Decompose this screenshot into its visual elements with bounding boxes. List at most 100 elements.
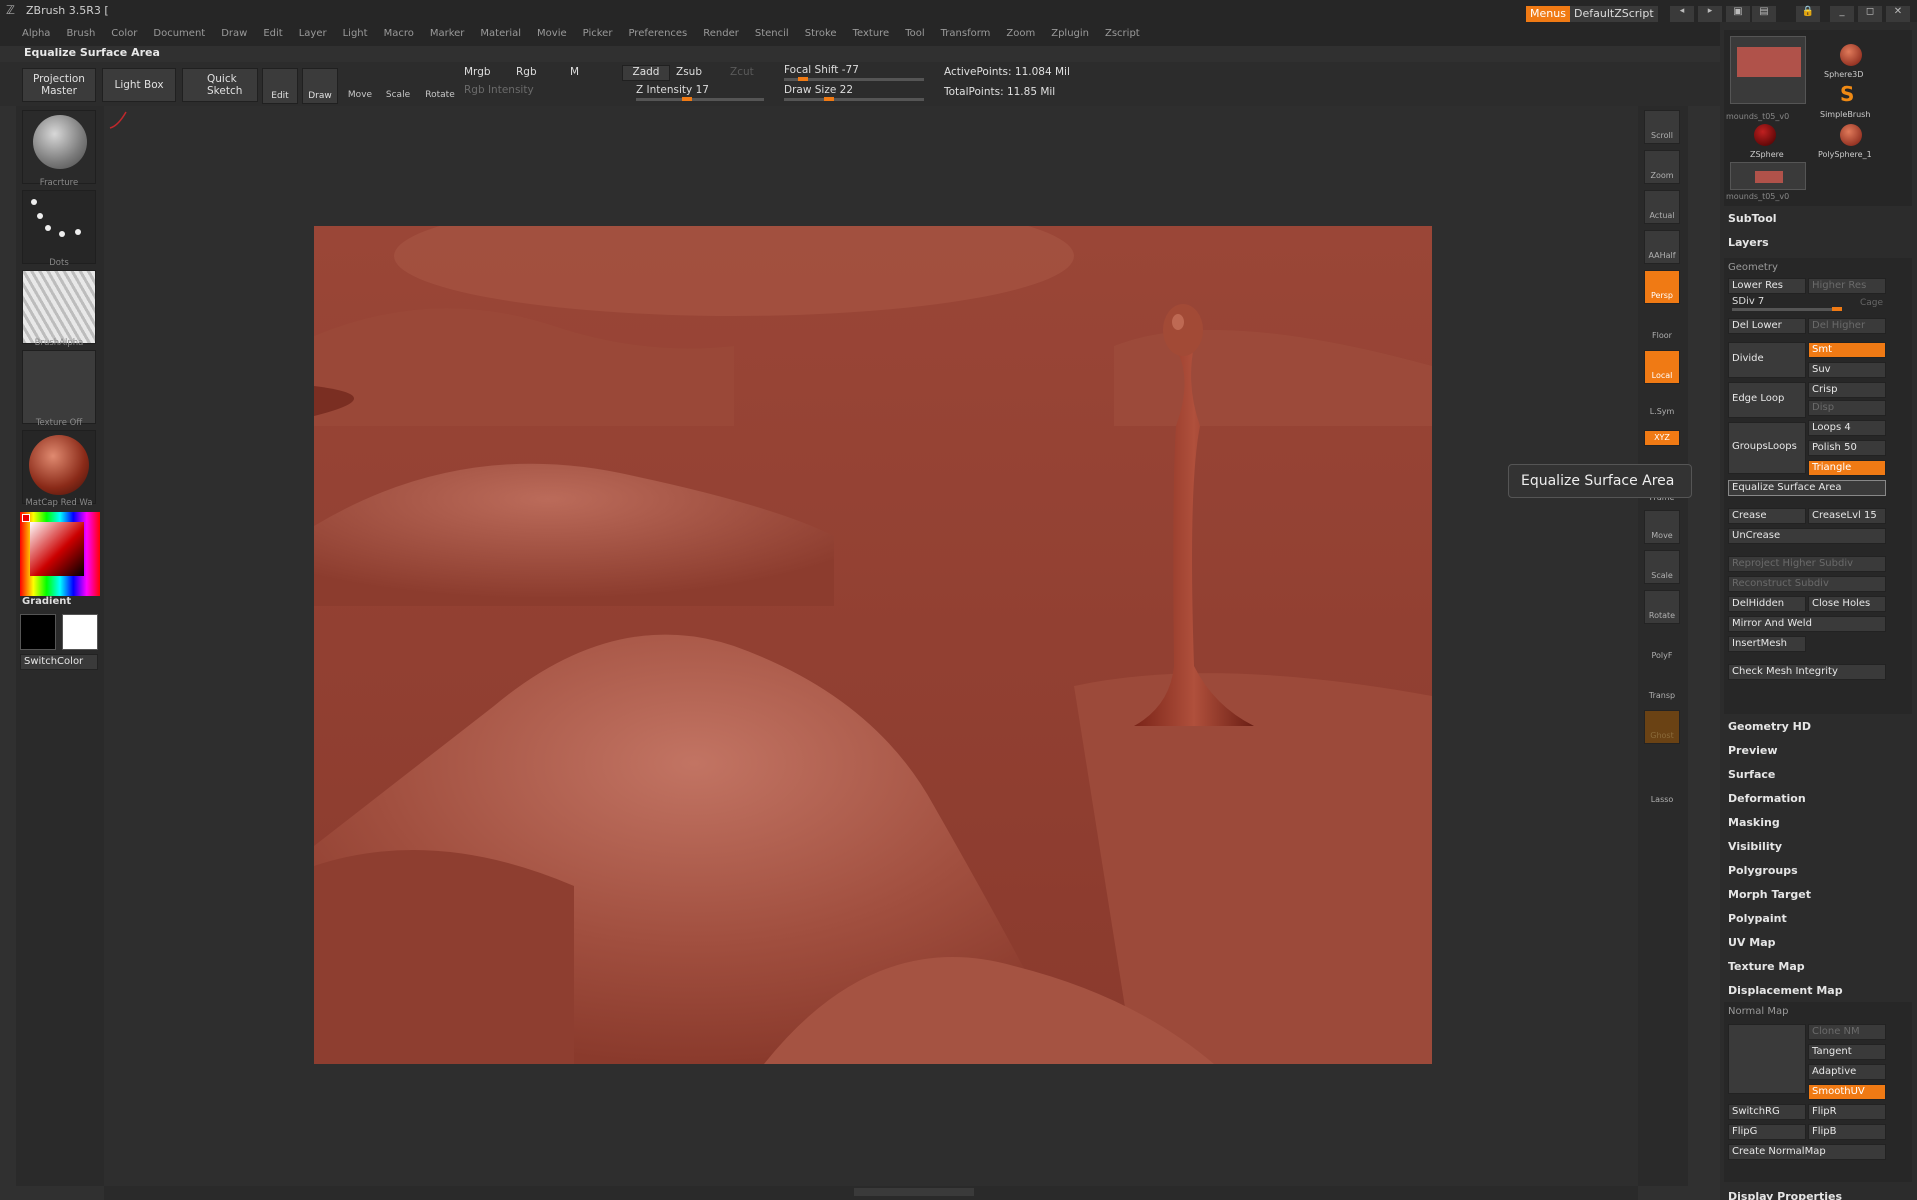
main-color-swatch[interactable]: [20, 614, 56, 650]
m-button[interactable]: M: [570, 66, 579, 78]
menu-tool[interactable]: Tool: [897, 22, 932, 39]
smt-toggle[interactable]: Smt: [1808, 342, 1886, 358]
menu-render[interactable]: Render: [695, 22, 747, 39]
menu-zscript[interactable]: Zscript: [1097, 22, 1148, 39]
normal-map-header[interactable]: Normal Map: [1728, 1006, 1788, 1017]
zoom-button[interactable]: Zoom: [1644, 150, 1680, 184]
section-preview[interactable]: Preview: [1728, 744, 1778, 757]
gradient-toggle[interactable]: Gradient: [22, 596, 71, 607]
layout-prev-icon[interactable]: ◂: [1670, 6, 1694, 22]
material-selector[interactable]: [22, 430, 96, 504]
crisp-toggle[interactable]: Crisp: [1808, 382, 1886, 398]
section-polypaint[interactable]: Polypaint: [1728, 912, 1787, 925]
lasso-button[interactable]: Lasso: [1644, 774, 1680, 808]
light-box-button[interactable]: Light Box: [102, 68, 176, 102]
flip-g-toggle[interactable]: FlipG: [1728, 1124, 1806, 1140]
flip-b-toggle[interactable]: FlipB: [1808, 1124, 1886, 1140]
draw-button[interactable]: Draw: [302, 68, 338, 104]
edge-loop-button[interactable]: Edge Loop: [1728, 382, 1806, 418]
rgb-intensity-slider[interactable]: Rgb Intensity: [464, 84, 534, 96]
menu-movie[interactable]: Movie: [529, 22, 575, 39]
clone-nm-button[interactable]: Clone NM: [1808, 1024, 1886, 1040]
bottom-expand-handle[interactable]: [854, 1188, 974, 1196]
transp-button[interactable]: Transp: [1644, 670, 1680, 704]
menu-zplugin[interactable]: Zplugin: [1043, 22, 1097, 39]
menu-draw[interactable]: Draw: [213, 22, 255, 39]
reproject-higher-subdiv-button[interactable]: Reproject Higher Subdiv: [1728, 556, 1886, 572]
move-view-button[interactable]: Move: [1644, 510, 1680, 544]
color-picker[interactable]: [20, 512, 100, 596]
menu-picker[interactable]: Picker: [575, 22, 621, 39]
adaptive-toggle[interactable]: Adaptive: [1808, 1064, 1886, 1080]
section-display-properties[interactable]: Display Properties: [1728, 1190, 1842, 1200]
groups-loops-button[interactable]: GroupsLoops: [1728, 422, 1806, 474]
flip-r-toggle[interactable]: FlipR: [1808, 1104, 1886, 1120]
rotate-view-button[interactable]: Rotate: [1644, 590, 1680, 624]
smooth-uv-toggle[interactable]: SmoothUV: [1808, 1084, 1886, 1100]
del-lower-button[interactable]: Del Lower: [1728, 318, 1806, 334]
disp-slider[interactable]: Disp: [1808, 400, 1886, 416]
lsym-button[interactable]: L.Sym: [1644, 396, 1680, 418]
menu-color[interactable]: Color: [103, 22, 145, 39]
rgb-button[interactable]: Rgb: [516, 66, 537, 78]
alpha-selector[interactable]: [22, 270, 96, 344]
maximize-icon[interactable]: ◻: [1858, 6, 1882, 22]
layout-icon[interactable]: ▤: [1752, 6, 1776, 22]
draw-size-slider[interactable]: Draw Size 22: [784, 84, 853, 96]
zsub-button[interactable]: Zsub: [676, 66, 702, 78]
loops-slider[interactable]: Loops 4: [1808, 420, 1886, 436]
create-normalmap-button[interactable]: Create NormalMap: [1728, 1144, 1886, 1160]
mrgb-button[interactable]: Mrgb: [464, 66, 491, 78]
menu-document[interactable]: Document: [145, 22, 213, 39]
projection-master-button[interactable]: Projection Master: [22, 68, 96, 102]
scroll-button[interactable]: Scroll: [1644, 110, 1680, 144]
sculpt-viewport[interactable]: [314, 226, 1432, 1064]
zadd-button[interactable]: Zadd: [622, 65, 670, 81]
secondary-color-swatch[interactable]: [62, 614, 98, 650]
geometry-header[interactable]: Geometry: [1728, 262, 1778, 273]
zcut-button[interactable]: Zcut: [730, 66, 754, 78]
zsphere-thumb[interactable]: [1754, 124, 1776, 146]
menu-zoom[interactable]: Zoom: [998, 22, 1043, 39]
tool-thumb-mounds-2[interactable]: [1730, 162, 1806, 190]
suv-toggle[interactable]: Suv: [1808, 362, 1886, 378]
focal-shift-slider[interactable]: Focal Shift -77: [784, 64, 859, 76]
simplebrush-icon[interactable]: S: [1840, 82, 1854, 106]
menu-stencil[interactable]: Stencil: [747, 22, 797, 39]
ghost-button[interactable]: Ghost: [1644, 710, 1680, 744]
close-holes-button[interactable]: Close Holes: [1808, 596, 1886, 612]
sdiv-slider[interactable]: SDiv 7: [1732, 296, 1764, 307]
menu-macro[interactable]: Macro: [376, 22, 422, 39]
polish-slider[interactable]: Polish 50: [1808, 440, 1886, 456]
brush-selector[interactable]: [22, 110, 96, 184]
lock-icon[interactable]: 🔒: [1796, 6, 1820, 22]
section-displacement-map[interactable]: Displacement Map: [1728, 984, 1843, 997]
switch-rg-toggle[interactable]: SwitchRG: [1728, 1104, 1806, 1120]
check-mesh-integrity-button[interactable]: Check Mesh Integrity: [1728, 664, 1886, 680]
scale-button[interactable]: Scale: [380, 70, 416, 104]
layout-next-icon[interactable]: ▸: [1698, 6, 1722, 22]
menu-layer[interactable]: Layer: [291, 22, 335, 39]
section-texture-map[interactable]: Texture Map: [1728, 960, 1805, 973]
section-masking[interactable]: Masking: [1728, 816, 1780, 829]
section-geometry-hd[interactable]: Geometry HD: [1728, 720, 1811, 733]
equalize-surface-area-button[interactable]: Equalize Surface Area: [1728, 480, 1886, 496]
menu-transform[interactable]: Transform: [933, 22, 999, 39]
normal-map-preview[interactable]: [1728, 1024, 1806, 1094]
actual-button[interactable]: Actual: [1644, 190, 1680, 224]
scale-view-button[interactable]: Scale: [1644, 550, 1680, 584]
section-surface[interactable]: Surface: [1728, 768, 1775, 781]
layers-header[interactable]: Layers: [1728, 236, 1769, 249]
menu-brush[interactable]: Brush: [58, 22, 103, 39]
cage-button[interactable]: Cage: [1860, 298, 1883, 308]
menu-light[interactable]: Light: [335, 22, 376, 39]
polyf-button[interactable]: PolyF: [1644, 630, 1680, 664]
section-morph-target[interactable]: Morph Target: [1728, 888, 1811, 901]
screen-icon[interactable]: ▣: [1726, 6, 1750, 22]
move-button[interactable]: Move: [342, 70, 378, 104]
reconstruct-subdiv-button[interactable]: Reconstruct Subdiv: [1728, 576, 1886, 592]
local-button[interactable]: Local: [1644, 350, 1680, 384]
aahalf-button[interactable]: AAHalf: [1644, 230, 1680, 264]
divide-button[interactable]: Divide: [1728, 342, 1806, 378]
tangent-toggle[interactable]: Tangent: [1808, 1044, 1886, 1060]
